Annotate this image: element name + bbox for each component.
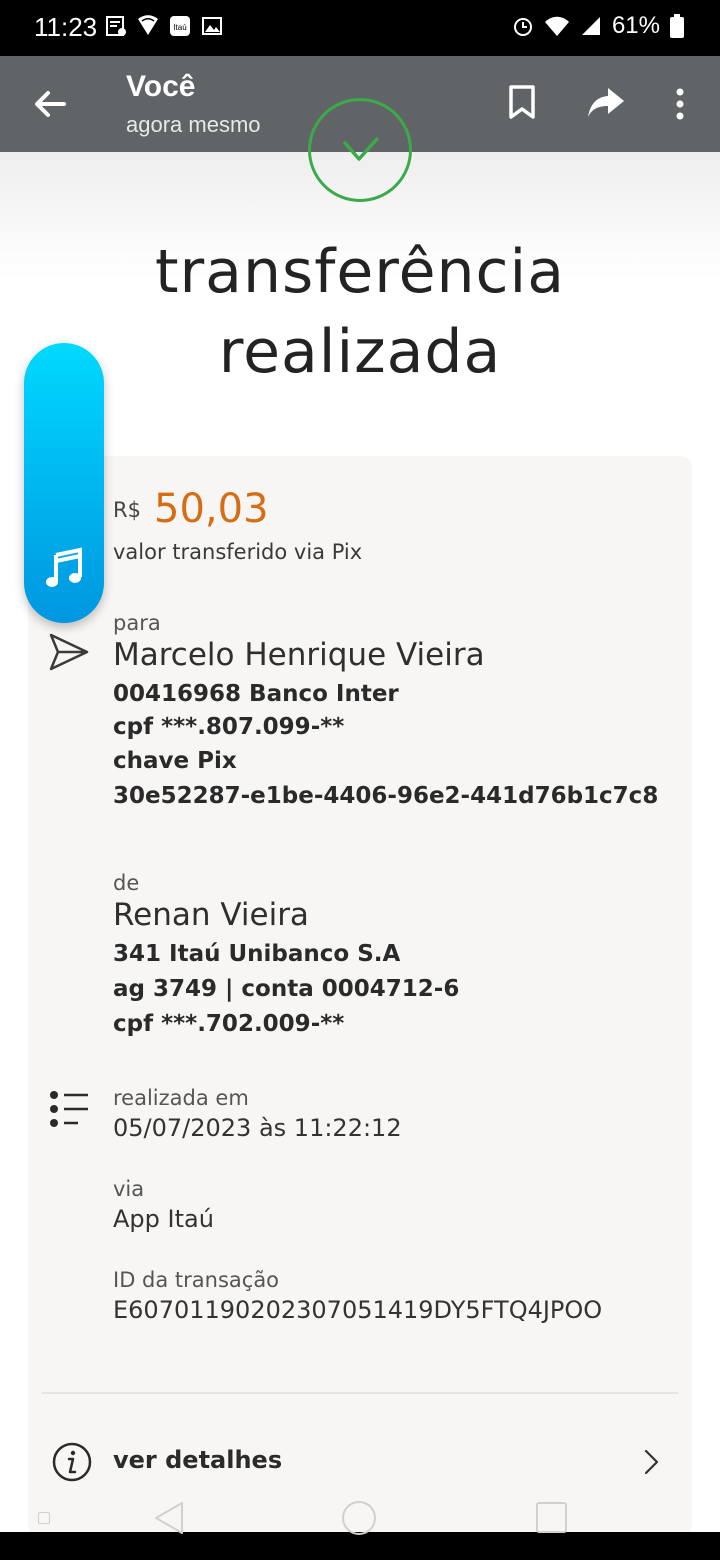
gallery-icon	[200, 14, 224, 38]
via-label: via	[113, 1177, 145, 1201]
sender-name: Renan Vieira	[113, 897, 309, 933]
status-bar: 11:23 Itaú 61%	[0, 0, 720, 56]
nav-back-icon[interactable]	[152, 1500, 186, 1536]
page-title: Você	[126, 70, 196, 103]
nav-bar-background	[0, 1532, 720, 1560]
recipient-key-label: chave Pix	[113, 748, 237, 774]
bookmark-icon	[509, 85, 535, 119]
sender-cpf: cpf ***.702.009-**	[113, 1011, 345, 1037]
shield-wifi-icon	[136, 14, 160, 38]
battery-icon	[670, 14, 684, 38]
nav-home-icon[interactable]	[342, 1501, 376, 1535]
sender-bank: 341 Itaú Unibanco S.A	[113, 941, 401, 967]
music-note-icon	[46, 547, 82, 587]
sender-account: ag 3749 | conta 0004712-6	[113, 976, 460, 1002]
amount-value: 50,03	[154, 486, 269, 532]
check-icon	[343, 137, 379, 161]
send-icon	[49, 633, 89, 671]
amount-caption: valor transferido via Pix	[113, 540, 363, 564]
recipient-name: Marcelo Henrique Vieira	[113, 637, 485, 673]
back-button[interactable]	[30, 84, 70, 124]
headline-line-1: transferência	[154, 237, 565, 307]
recipient-pix-key: 30e52287-e1be-4406-96e2-441d76b1c7c8	[113, 783, 659, 809]
details-link[interactable]: ver detalhes	[113, 1446, 282, 1474]
chevron-right-icon[interactable]	[640, 1448, 662, 1476]
success-check	[308, 98, 412, 202]
sender-label: de	[113, 871, 140, 895]
date-value: 05/07/2023 às 11:22:12	[113, 1114, 402, 1142]
recipient-bank: 00416968 Banco Inter	[113, 681, 399, 707]
arrow-left-icon	[35, 91, 66, 117]
itau-app-icon: Itaú	[168, 14, 192, 38]
recipient-label: para	[113, 611, 161, 635]
more-vert-icon	[676, 88, 684, 120]
via-value: App Itaú	[113, 1205, 214, 1233]
battery-percent: 61%	[611, 12, 660, 39]
more-options-button[interactable]	[668, 86, 692, 122]
svg-text:Itaú: Itaú	[173, 23, 186, 32]
transaction-id-value: E60701190202307051419DY5FTQ4JPOO	[113, 1296, 603, 1324]
divider	[42, 1392, 678, 1394]
notes-alert-icon	[104, 14, 128, 38]
bookmark-button[interactable]	[506, 84, 538, 120]
share-button[interactable]	[586, 86, 626, 120]
status-time: 11:23	[34, 12, 98, 42]
info-icon	[52, 1442, 92, 1482]
currency-symbol: R$	[113, 498, 141, 522]
list-icon	[50, 1091, 88, 1127]
wifi-icon	[544, 16, 569, 36]
music-widget[interactable]	[24, 343, 104, 623]
date-label: realizada em	[113, 1086, 249, 1110]
share-icon	[588, 88, 624, 117]
headline: transferência realizada	[0, 232, 720, 392]
page-subtitle: agora mesmo	[126, 112, 261, 137]
notification-icons: Itaú	[104, 14, 224, 38]
recipient-cpf: cpf ***.807.099-**	[113, 714, 345, 740]
headline-line-2: realizada	[218, 317, 502, 387]
system-status: 61%	[512, 12, 684, 40]
nav-pin-icon[interactable]	[38, 1512, 50, 1524]
nav-recents-icon[interactable]	[536, 1502, 567, 1533]
transaction-id-label: ID da transação	[113, 1268, 280, 1292]
signal-icon	[581, 17, 600, 35]
alarm-icon	[513, 18, 532, 36]
